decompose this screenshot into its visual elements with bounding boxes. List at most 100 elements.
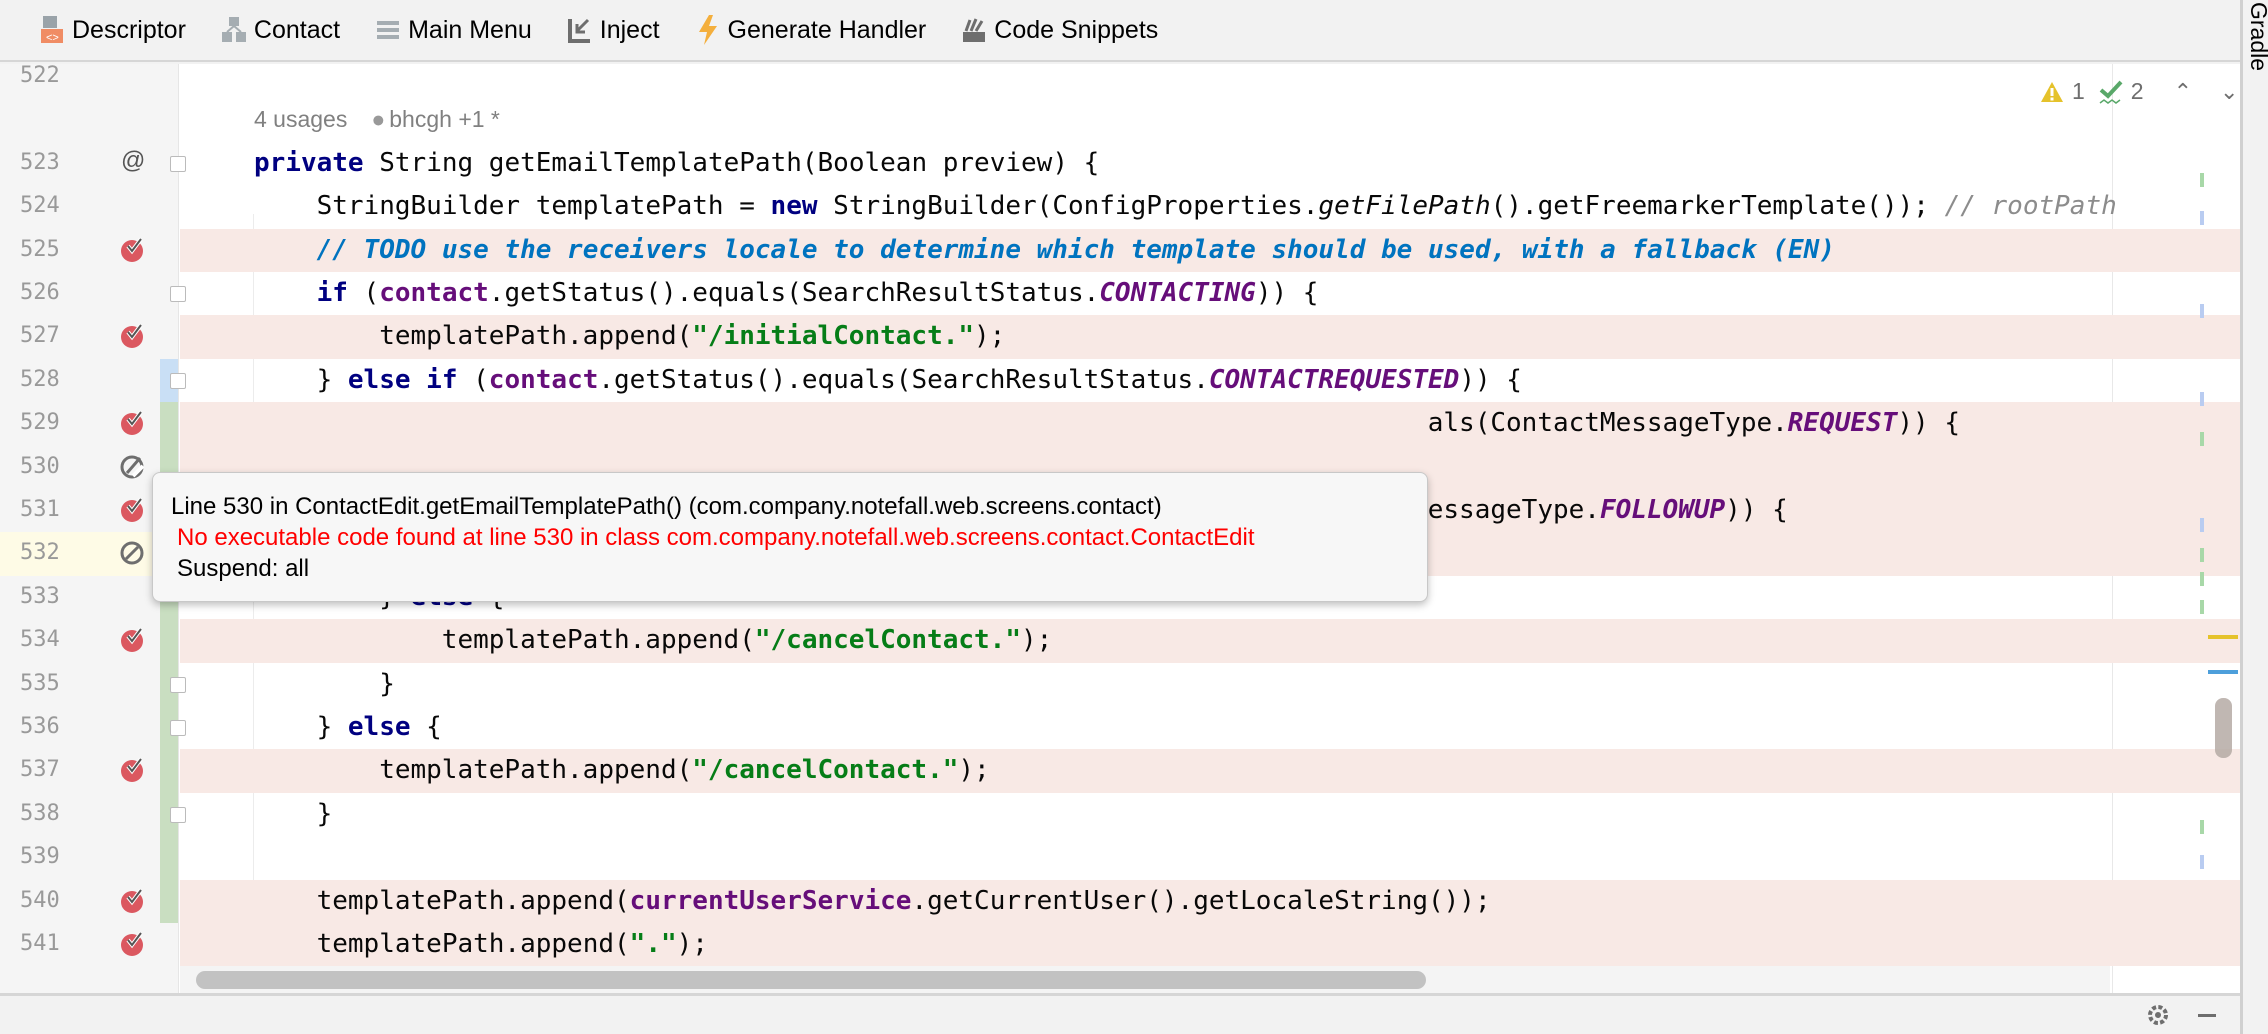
- horizontal-scrollbar-thumb[interactable]: [196, 971, 1426, 989]
- code-text[interactable]: als(ContactMessageType.REQUEST)) {: [180, 402, 2240, 446]
- author-info[interactable]: bhcgh +1 *: [389, 106, 500, 132]
- gutter-cell[interactable]: 541: [0, 923, 179, 966]
- code-token: templatePath.append(: [441, 625, 755, 656]
- breakpoint-icon[interactable]: [119, 237, 145, 263]
- code-text[interactable]: templatePath.append("/initialContact.");: [180, 315, 2240, 359]
- toolbar-code-snippets-button[interactable]: Code Snippets: [960, 16, 1158, 45]
- code-text[interactable]: templatePath.append("/cancelContact.");: [180, 619, 2240, 663]
- code-text[interactable]: templatePath.append(".");: [180, 923, 2240, 967]
- gutter-cell[interactable]: 522: [0, 64, 179, 98]
- code-text[interactable]: }: [180, 793, 2240, 836]
- gradle-tool-window-tab[interactable]: Gradle: [2240, 0, 2268, 1034]
- code-text[interactable]: } else {: [180, 706, 2240, 749]
- gutter-cell[interactable]: 527: [0, 315, 179, 358]
- gutter-cell[interactable]: 526: [0, 272, 186, 315]
- toolbar-contact-button[interactable]: Contact: [220, 16, 340, 45]
- code-text[interactable]: } else if (contact.getStatus().equals(Se…: [180, 359, 2240, 402]
- breakpoint-icon[interactable]: [119, 888, 145, 914]
- breakpoint-tooltip: Line 530 in ContactEdit.getEmailTemplate…: [152, 472, 1428, 602]
- error-stripe-mark[interactable]: [2200, 518, 2204, 532]
- editor-toolbar: <> Descriptor Contact Main Menu Inject Genera…: [0, 0, 2240, 62]
- breakpoint-icon[interactable]: [119, 627, 145, 653]
- error-stripe-mark[interactable]: [2200, 304, 2204, 318]
- code-token: }: [316, 364, 348, 395]
- code-token: (: [457, 364, 489, 395]
- annotation-at-icon[interactable]: @: [121, 147, 147, 174]
- code-text[interactable]: [180, 836, 2240, 879]
- code-token: else: [347, 712, 411, 742]
- code-text[interactable]: }: [180, 663, 2240, 706]
- gutter-cell[interactable]: 539: [0, 836, 179, 879]
- vertical-scrollbar-thumb[interactable]: [2215, 698, 2232, 758]
- breakpoint-icon[interactable]: [119, 931, 145, 957]
- code-text[interactable]: StringBuilder templatePath = new StringB…: [180, 185, 2240, 228]
- tooltip-error: No executable code found at line 530 in …: [177, 524, 1255, 551]
- gutter-cell[interactable]: 534: [0, 619, 179, 662]
- gear-icon[interactable]: [2145, 1002, 2171, 1028]
- toolbar-generate-handler-button[interactable]: Generate Handler: [694, 15, 927, 45]
- code-token: )) {: [1459, 364, 1522, 395]
- gutter-cell[interactable]: 536: [0, 706, 186, 749]
- muted-breakpoint-icon[interactable]: [119, 540, 145, 566]
- gutter-cell[interactable]: 523 @: [0, 142, 186, 185]
- code-text[interactable]: // TODO use the receivers locale to dete…: [180, 228, 2240, 272]
- gutter-cell[interactable]: 540: [0, 880, 179, 923]
- gutter-cell[interactable]: 528: [0, 359, 186, 402]
- horizontal-scrollbar[interactable]: [180, 966, 2110, 993]
- gutter-cell[interactable]: 524: [0, 185, 179, 228]
- code-text[interactable]: if (contact.getStatus().equals(SearchRes…: [180, 272, 2240, 315]
- breakpoint-icon[interactable]: [119, 757, 145, 783]
- breakpoint-icon[interactable]: [119, 323, 145, 349]
- toolbar-main-menu-button[interactable]: Main Menu: [374, 16, 532, 45]
- code-token: private: [254, 147, 364, 178]
- error-stripe-mark[interactable]: [2200, 820, 2204, 834]
- gutter-cell[interactable]: 525: [0, 229, 179, 272]
- caret-stripe-mark: [2208, 670, 2238, 674]
- breakpoint-icon[interactable]: [119, 497, 145, 523]
- error-stripe-mark[interactable]: [2200, 173, 2204, 187]
- toolbar-descriptor-button[interactable]: <> Descriptor: [38, 16, 186, 45]
- error-stripe-mark[interactable]: [2200, 211, 2204, 225]
- breakpoint-icon[interactable]: [119, 410, 145, 436]
- code-text[interactable]: 4 usages ● bhcgh +1 *: [180, 98, 2240, 141]
- code-text[interactable]: private String getEmailTemplatePath(Bool…: [180, 142, 2240, 185]
- code-token: }: [316, 798, 333, 829]
- toolbar-item-label: Generate Handler: [727, 15, 927, 44]
- line-number: 541: [20, 931, 60, 956]
- previous-highlight-button[interactable]: ⌃: [2174, 79, 2192, 105]
- code-token: String getEmailTemplatePath(Boolean prev…: [363, 147, 1100, 178]
- error-stripe-mark[interactable]: [2200, 572, 2204, 586]
- usages-count[interactable]: 4 usages: [254, 106, 347, 132]
- code-line: 524 StringBuilder templatePath = new Stri…: [0, 185, 2240, 228]
- error-stripe-mark[interactable]: [2200, 548, 2204, 562]
- toolbar-inject-button[interactable]: Inject: [566, 16, 660, 45]
- gutter-cell[interactable]: 535: [0, 663, 186, 706]
- error-stripe-mark[interactable]: [2200, 432, 2204, 446]
- code-text[interactable]: templatePath.append("/cancelContact.");: [180, 749, 2240, 793]
- error-stripe-mark[interactable]: [2200, 600, 2204, 614]
- warning-icon: [2041, 81, 2063, 102]
- error-stripe-mark[interactable]: [2200, 855, 2204, 869]
- snippets-icon: [960, 16, 988, 44]
- code-editor[interactable]: 522 4 usages ● bhcgh +1 * 523 @ private String…: [0, 64, 2240, 993]
- line-number: 529: [20, 410, 60, 436]
- gutter-cell[interactable]: 529: [0, 402, 179, 445]
- minimize-icon[interactable]: [2198, 1014, 2216, 1017]
- code-line: 529 als(ContactMessageType.REQUEST)) {: [0, 402, 2240, 446]
- next-highlight-button[interactable]: ⌄: [2220, 79, 2238, 105]
- code-line: 535}: [0, 663, 2240, 706]
- code-line: 540 templatePath.append(currentUserServic…: [0, 879, 2240, 923]
- code-token: templatePath.append(: [316, 885, 630, 916]
- gutter-cell[interactable]: 537: [0, 749, 179, 792]
- invalid-breakpoint-icon[interactable]: [119, 454, 145, 480]
- code-text[interactable]: [180, 64, 2240, 98]
- warning-stripe-mark[interactable]: [2208, 635, 2238, 639]
- gutter-cell[interactable]: [0, 98, 179, 141]
- error-stripe-mark[interactable]: [2200, 392, 2204, 406]
- code-token: new: [770, 191, 818, 222]
- code-text[interactable]: templatePath.append(currentUserService.g…: [180, 879, 2240, 923]
- line-number: 536: [20, 714, 60, 739]
- inspection-widget[interactable]: 1 2 ⌃ ⌄: [2040, 78, 2238, 105]
- gutter-cell[interactable]: 538: [0, 793, 186, 836]
- code-token: essageType.: [1427, 495, 1600, 525]
